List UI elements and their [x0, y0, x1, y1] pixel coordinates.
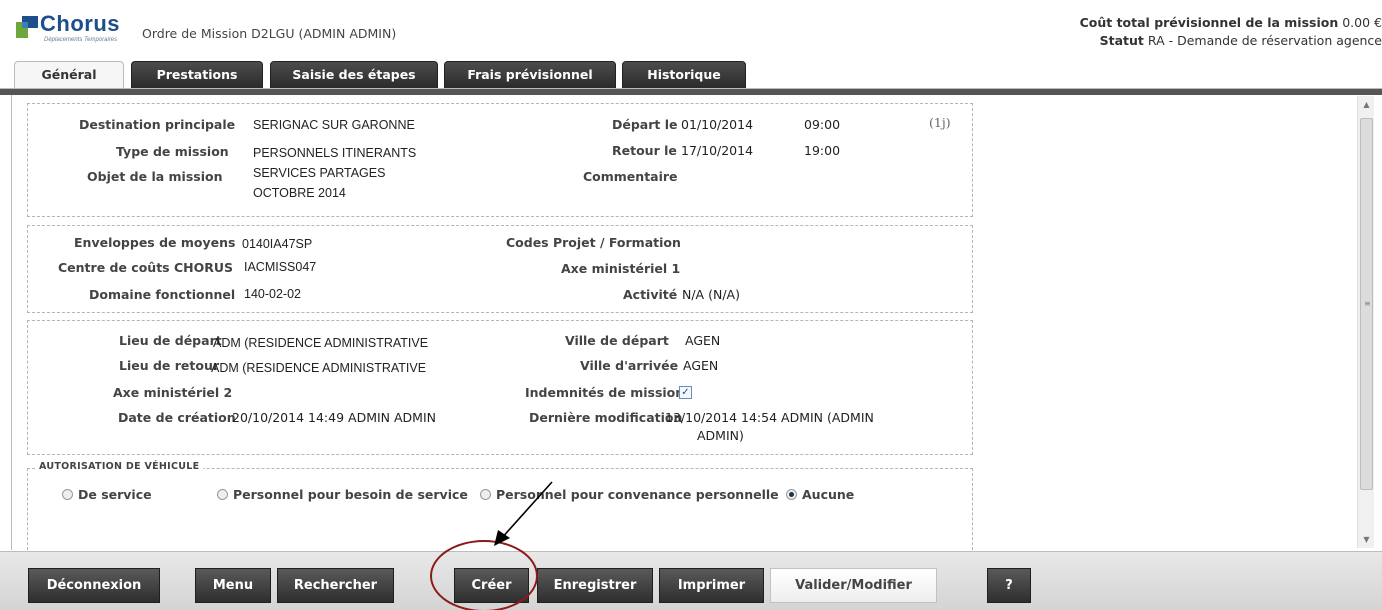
mission-status: Statut RA - Demande de réservation agenc…: [982, 33, 1382, 48]
modif-line2: ADMIN): [697, 428, 744, 443]
tab-bar: Général Prestations Saisie des étapes Fr…: [14, 61, 774, 91]
tab-saisie-etapes[interactable]: Saisie des étapes: [270, 61, 438, 89]
scroll-thumb[interactable]: ≡: [1360, 118, 1373, 490]
retour-time: 19:00: [804, 143, 841, 158]
commentaire-label: Commentaire: [583, 169, 678, 184]
radio-aucune[interactable]: Aucune: [786, 487, 854, 502]
radio-de-service-label: De service: [78, 487, 152, 502]
lieu-depart-value: ADM (RESIDENCE ADMINISTRATIVE: [213, 336, 429, 350]
radio-de-service[interactable]: De service: [62, 487, 152, 502]
annotation-arrow-icon: [494, 481, 553, 546]
objet-mission-line1: SERVICES PARTAGES: [253, 166, 386, 180]
help-button[interactable]: ?: [987, 568, 1031, 603]
radio-icon[interactable]: [217, 489, 228, 500]
valider-modifier-button[interactable]: Valider/Modifier: [770, 568, 937, 603]
ville-depart-label: Ville de départ: [565, 333, 669, 348]
tab-frais-previsionnel[interactable]: Frais prévisionnel: [444, 61, 616, 89]
mission-cost: Coût total prévisionnel de la mission 0.…: [982, 15, 1382, 30]
destination-value: SERIGNAC SUR GARONNE: [253, 118, 415, 132]
lieu-depart-label: Lieu de départ: [119, 333, 222, 348]
destination-label: Destination principale: [79, 117, 236, 132]
enregistrer-button[interactable]: Enregistrer: [537, 568, 653, 603]
logo-subtitle: Déplacements Temporaires: [44, 37, 118, 43]
axe1-label: Axe ministériel 1: [561, 261, 681, 276]
domaine-value: 140-02-02: [244, 287, 301, 301]
retour-date: 17/10/2014: [681, 143, 754, 158]
indemnites-label: Indemnités de mission: [525, 385, 685, 400]
codes-projet-label: Codes Projet / Formation: [506, 235, 681, 250]
depart-label: Départ le: [612, 117, 678, 132]
status-label: Statut: [1099, 33, 1144, 48]
objet-mission-line2: OCTOBRE 2014: [253, 186, 346, 200]
lieu-retour-label: Lieu de retour: [119, 358, 220, 373]
imprimer-button[interactable]: Imprimer: [659, 568, 764, 603]
radio-personnel-besoin[interactable]: Personnel pour besoin de service: [217, 487, 468, 502]
ville-arrivee-label: Ville d'arrivée: [580, 358, 679, 373]
modif-line1: 13/10/2014 14:54 ADMIN (ADMIN: [665, 410, 874, 425]
objet-mission-label: Objet de la mission: [87, 169, 223, 184]
domaine-label: Domaine fonctionnel: [89, 287, 236, 302]
type-mission-value: PERSONNELS ITINERANTS: [253, 146, 417, 160]
indemnites-checkbox[interactable]: ✓: [679, 386, 692, 399]
centre-couts-value: IACMISS047: [244, 260, 317, 274]
radio-personnel-besoin-label: Personnel pour besoin de service: [233, 487, 468, 502]
vertical-scrollbar[interactable]: ▲ ≡ ▼: [1357, 96, 1374, 548]
rechercher-button[interactable]: Rechercher: [277, 568, 394, 603]
activite-value: N/A (N/A): [682, 287, 740, 302]
activite-label: Activité: [623, 287, 678, 302]
depart-date: 01/10/2014: [681, 117, 754, 132]
creation-value: 20/10/2014 14:49 ADMIN ADMIN: [232, 410, 436, 425]
app-header: Chorus Déplacements Temporaires Ordre de…: [0, 0, 1382, 62]
vehicule-legend: AUTORISATION DE VÉHICULE: [35, 461, 204, 472]
status-value: RA - Demande de réservation agence: [1147, 33, 1382, 48]
tab-historique[interactable]: Historique: [622, 61, 746, 89]
centre-couts-label: Centre de coûts CHORUS: [58, 260, 233, 275]
cost-value: 0.00 €: [1342, 15, 1382, 30]
axe2-label: Axe ministériel 2: [113, 385, 233, 400]
menu-button[interactable]: Menu: [195, 568, 271, 603]
tab-strip: [0, 88, 1382, 95]
depart-time: 09:00: [804, 117, 841, 132]
ville-depart-value: AGEN: [685, 333, 721, 348]
lieu-retour-value: ADM (RESIDENCE ADMINISTRATIVE: [211, 361, 427, 375]
radio-icon[interactable]: [62, 489, 73, 500]
chorus-logo-icon: [16, 16, 38, 38]
grip-icon: ≡: [1364, 299, 1371, 308]
tab-prestations[interactable]: Prestations: [131, 61, 263, 89]
logo-text: Chorus: [40, 11, 120, 36]
page-title: Ordre de Mission D2LGU (ADMIN ADMIN): [142, 26, 397, 41]
enveloppes-value: 0140IA47SP: [242, 237, 313, 251]
chorus-logo: Chorus Déplacements Temporaires: [14, 11, 134, 44]
annotation-circle: [430, 540, 538, 610]
enveloppes-label: Enveloppes de moyens: [74, 235, 236, 250]
radio-aucune-label: Aucune: [802, 487, 855, 502]
type-mission-label: Type de mission: [116, 144, 229, 159]
duration-value: (1j): [929, 115, 951, 130]
retour-label: Retour le: [612, 143, 677, 158]
modif-label: Dernière modification: [529, 410, 683, 425]
creation-label: Date de création: [118, 410, 236, 425]
ville-arrivee-value: AGEN: [683, 358, 719, 373]
tab-general[interactable]: Général: [14, 61, 124, 91]
cost-label: Coût total prévisionnel de la mission: [1079, 15, 1339, 30]
radio-selected-icon[interactable]: [786, 489, 797, 500]
scroll-down-icon[interactable]: ▼: [1358, 531, 1375, 548]
scroll-up-icon[interactable]: ▲: [1358, 96, 1375, 113]
deconnexion-button[interactable]: Déconnexion: [28, 568, 160, 603]
